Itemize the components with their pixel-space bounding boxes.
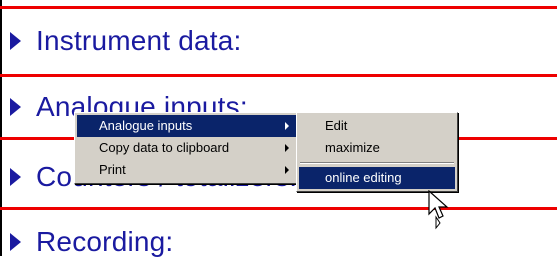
menu-item-print[interactable]: Print xyxy=(77,159,297,181)
chevron-right-icon xyxy=(285,166,289,174)
triangle-right-icon xyxy=(10,98,21,116)
section-recording[interactable]: Recording: xyxy=(0,218,557,266)
menu-item-maximize[interactable]: maximize xyxy=(299,137,455,159)
divider-line xyxy=(0,6,557,9)
triangle-right-icon xyxy=(10,233,21,251)
menu-separator xyxy=(300,162,454,164)
menu-item-label: Analogue inputs xyxy=(99,118,193,133)
triangle-right-icon xyxy=(10,168,21,186)
menu-item-copy-data[interactable]: Copy data to clipboard xyxy=(77,137,297,159)
menu-item-analogue-inputs[interactable]: Analogue inputs xyxy=(77,115,297,137)
menu-item-label: Edit xyxy=(325,118,348,133)
mouse-pointer-icon xyxy=(428,190,449,230)
menu-item-label: Copy data to clipboard xyxy=(99,140,230,155)
divider-line xyxy=(0,207,557,210)
chevron-right-icon xyxy=(285,122,289,130)
menu-item-edit[interactable]: Edit xyxy=(299,115,455,137)
section-label: Instrument data: xyxy=(36,25,242,56)
menu-item-label: online editing xyxy=(325,170,402,185)
context-menu: Analogue inputs Copy data to clipboard P… xyxy=(74,112,300,184)
submenu: Edit maximize online editing xyxy=(296,112,458,192)
menu-item-label: maximize xyxy=(325,140,380,155)
chevron-right-icon xyxy=(285,144,289,152)
menu-item-label: Print xyxy=(99,162,126,177)
menu-item-online-editing[interactable]: online editing xyxy=(299,167,455,189)
section-instrument-data[interactable]: Instrument data: xyxy=(0,17,557,65)
divider-line xyxy=(0,74,557,77)
triangle-right-icon xyxy=(10,32,21,50)
section-label: Recording: xyxy=(36,226,174,257)
